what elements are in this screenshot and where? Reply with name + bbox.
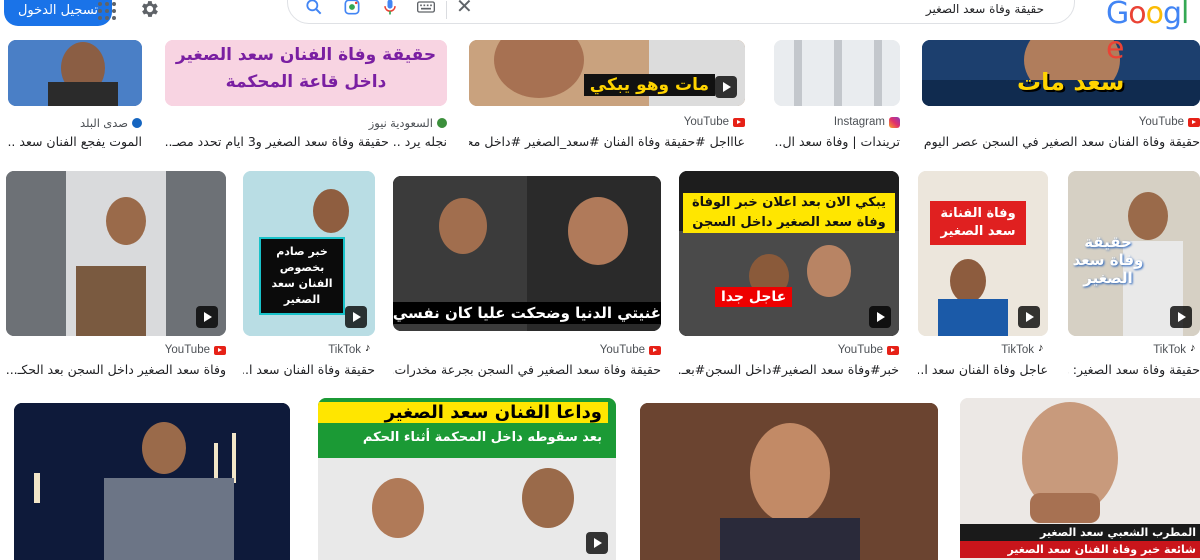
- thumbnail-subcaption: بعد سقوطه داخل المحكمة أثناء الحكم: [362, 430, 602, 445]
- image-result[interactable]: المطرب الشعبي سعد الصغير شائعة خبر وفاة …: [960, 398, 1200, 560]
- image-result[interactable]: Instagram تريندات | وفاة سعد ال...: [774, 40, 900, 150]
- microphone-icon[interactable]: [380, 0, 400, 17]
- result-title[interactable]: الموت يفجع الفنان سعد ...: [8, 134, 142, 149]
- settings-gear-icon[interactable]: [138, 0, 160, 20]
- lens-camera-icon[interactable]: [342, 0, 362, 17]
- clear-search-icon[interactable]: ✕: [456, 0, 473, 17]
- image-result[interactable]: خبر صادم بخصوص الفنان سعد الصغير TikTok …: [243, 171, 375, 381]
- apps-grid-icon[interactable]: [96, 0, 118, 22]
- play-icon: [869, 306, 891, 328]
- image-result[interactable]: غنيتي الدنيا وضحكت عليا كان نفسي أتوب Yo…: [393, 176, 661, 381]
- source-name: Instagram: [833, 116, 885, 128]
- logo-letter: o: [1128, 0, 1146, 31]
- result-source[interactable]: YouTube: [684, 116, 745, 128]
- thumbnail-subcaption: شائعة خبر وفاة الفنان سعد الصغير: [960, 541, 1200, 558]
- logo-letter: o: [1145, 0, 1164, 31]
- source-name: YouTube: [1138, 116, 1184, 128]
- source-name: YouTube: [837, 344, 883, 356]
- result-title[interactable]: وفاة سعد الصغير داخل السجن بعد الحكـ...: [6, 362, 226, 377]
- result-title[interactable]: حقيقة وفاة سعد الصغير في السجن بجرعة مخد…: [393, 362, 661, 377]
- thumbnail-caption: خبر صادم بخصوص الفنان سعد الصغير: [259, 237, 345, 315]
- tiktok-icon: [1190, 342, 1200, 356]
- result-title[interactable]: نجله يرد .. حقيقة وفاة سعد الصغير و3 ايا…: [165, 134, 447, 149]
- logo-letter: g: [1162, 0, 1182, 31]
- play-icon: [345, 306, 367, 328]
- result-title[interactable]: حقيقة وفاة سعد الصغير: هل ...: [1068, 362, 1200, 377]
- source-name: YouTube: [164, 344, 210, 356]
- play-icon: [1018, 306, 1040, 328]
- image-result[interactable]: وفاة الفنانة سعد الصغير TikTok عاجل وفاة…: [918, 171, 1048, 381]
- search-divider: [446, 1, 447, 19]
- image-result[interactable]: مات وهو يبكي YouTube عاااجل #حقيقة وفاة …: [469, 40, 745, 150]
- top-bar: تسجيل الدخول ✕ حقيقة وفاة سعد الصغير Goo…: [0, 0, 1200, 66]
- result-title[interactable]: عاااجل #حقيقة وفاة الفنان #سعد_الصغير #د…: [469, 134, 745, 149]
- search-box[interactable]: ✕ حقيقة وفاة سعد الصغير: [287, 0, 1075, 24]
- thumbnail-caption: غنيتي الدنيا وضحكت عليا كان نفسي أتوب: [393, 302, 661, 324]
- thumbnail-caption: حقيقة وفاة الفنان سعد الصغير داخل قاعة ا…: [175, 45, 437, 92]
- source-name: YouTube: [599, 344, 645, 356]
- play-icon: [715, 76, 737, 98]
- logo-letter: e: [1106, 31, 1124, 66]
- thumbnail-caption: مات وهو يبكي: [583, 74, 715, 96]
- source-name: YouTube: [683, 116, 729, 128]
- thumbnail-caption: المطرب الشعبي سعد الصغير: [960, 524, 1200, 541]
- image-result[interactable]: [640, 403, 938, 560]
- source-name: TikTok: [1001, 344, 1034, 356]
- source-name: TikTok: [328, 344, 361, 356]
- image-result[interactable]: حقيقة وفاة سعد الصغير TikTok حقيقة وفاة …: [1068, 171, 1200, 381]
- result-source[interactable]: صدى البلد: [80, 116, 142, 130]
- thumbnail-caption: حقيقة وفاة سعد الصغير: [1072, 233, 1144, 287]
- google-logo[interactable]: Googl e: [1106, 0, 1200, 66]
- source-name: صدى البلد: [79, 118, 128, 130]
- result-source[interactable]: Instagram: [834, 116, 900, 128]
- result-source[interactable]: السعودية نيوز: [369, 116, 447, 130]
- result-source[interactable]: TikTok: [1153, 342, 1200, 357]
- result-source[interactable]: YouTube: [600, 344, 661, 356]
- thumbnail-caption: وفاة الفنانة سعد الصغير: [930, 201, 1026, 245]
- result-source[interactable]: TikTok: [1001, 342, 1048, 357]
- keyboard-icon[interactable]: [416, 0, 436, 17]
- source-name: السعودية نيوز: [368, 118, 433, 130]
- youtube-icon: [214, 345, 226, 355]
- result-source[interactable]: YouTube: [1139, 116, 1200, 128]
- logo-letter: l: [1181, 0, 1189, 31]
- result-title[interactable]: حقيقة وفاة الفنان سعد الصغير في السجن عص…: [922, 134, 1200, 149]
- thumbnail-badge: عاجل جدا: [715, 287, 793, 307]
- site-icon: [437, 118, 447, 128]
- image-result[interactable]: صدى البلد الموت يفجع الفنان سعد ...: [8, 40, 142, 150]
- thumbnail-caption: سعد مات: [1017, 68, 1125, 96]
- result-title[interactable]: خبر#وفاة سعد الصغير#داخل السجن#بعـ...: [679, 362, 899, 377]
- image-result[interactable]: حقيقة وفاة الفنان سعد الصغير داخل قاعة ا…: [165, 40, 447, 150]
- result-title[interactable]: تريندات | وفاة سعد ال...: [774, 134, 900, 149]
- youtube-icon: [887, 345, 899, 355]
- play-icon: [1170, 306, 1192, 328]
- source-name: TikTok: [1153, 344, 1186, 356]
- play-icon: [196, 306, 218, 328]
- youtube-icon: [733, 117, 745, 127]
- result-title[interactable]: عاجل وفاة الفنان سعد ا...: [918, 362, 1048, 377]
- image-result[interactable]: وداعا الفنان سعد الصغير بعد سقوطه داخل ا…: [318, 398, 616, 560]
- logo-letter: G: [1106, 0, 1129, 31]
- tiktok-icon: [365, 342, 375, 356]
- result-source[interactable]: YouTube: [165, 344, 226, 356]
- search-icon[interactable]: [304, 0, 324, 17]
- result-title[interactable]: حقيقة وفاة الفنان سعد ا...: [243, 362, 375, 377]
- thumbnail-caption: وداعا الفنان سعد الصغير: [318, 402, 608, 423]
- tiktok-icon: [1038, 342, 1048, 356]
- image-result[interactable]: YouTube وفاة سعد الصغير داخل السجن بعد ا…: [6, 171, 226, 381]
- result-source[interactable]: YouTube: [838, 344, 899, 356]
- instagram-icon: [889, 116, 900, 128]
- image-result[interactable]: [14, 403, 290, 560]
- play-icon: [586, 532, 608, 554]
- youtube-icon: [649, 345, 661, 355]
- youtube-icon: [1188, 117, 1200, 127]
- image-result[interactable]: يبكي الان بعد اعلان خبر الوفاة وفاة سعد …: [679, 171, 899, 381]
- result-source[interactable]: TikTok: [328, 342, 375, 357]
- thumbnail-caption: يبكي الان بعد اعلان خبر الوفاة وفاة سعد …: [683, 193, 895, 233]
- search-input[interactable]: حقيقة وفاة سعد الصغير: [926, 2, 1044, 16]
- site-icon: [132, 118, 142, 128]
